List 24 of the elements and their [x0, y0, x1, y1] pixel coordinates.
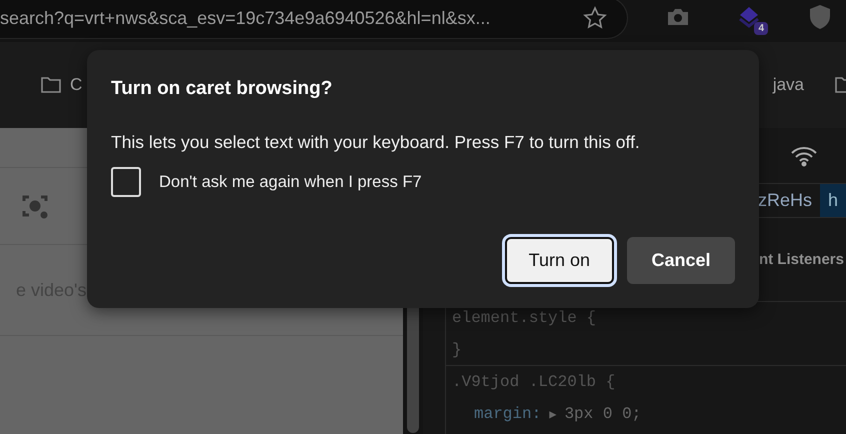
- css-value: 3px 0 0;: [564, 405, 642, 423]
- extension-icon[interactable]: [736, 5, 762, 29]
- address-bar[interactable]: search?q=vrt+nws&sca_esv=19c734e9a6940526&hl=nl&sx...: [0, 0, 628, 39]
- camera-icon[interactable]: [666, 7, 690, 27]
- breadcrumb[interactable]: h: [820, 184, 846, 217]
- checkbox[interactable]: [111, 167, 141, 197]
- wifi-icon[interactable]: [790, 144, 818, 166]
- url-text: search?q=vrt+nws&sca_esv=19c734e9a6940526&hl=nl&sx...: [0, 8, 490, 28]
- dialog-message: This lets you select text with your keyboard. Press F7 to turn this off.: [111, 132, 641, 153]
- css-selector: .V9tjod .LC20lb {: [452, 373, 616, 391]
- dialog-button[interactable]: Cancel: [627, 237, 735, 284]
- dialog-title: Turn on caret browsing?: [111, 78, 334, 100]
- notification-badge: 4: [754, 22, 768, 35]
- shield-icon[interactable]: [808, 4, 832, 30]
- checkbox-label[interactable]: Don't ask me again when I press F7: [159, 172, 422, 192]
- folder-icon: [40, 75, 62, 95]
- css-selector: element.style {: [452, 309, 596, 327]
- css-property: margin:: [474, 405, 542, 423]
- bookmark-label[interactable]: C: [70, 75, 82, 95]
- bookmark-label[interactable]: java: [772, 75, 804, 95]
- dialog-button[interactable]: Turn on: [504, 237, 614, 284]
- panel-tab[interactable]: nt Listeners: [758, 251, 844, 268]
- star-icon[interactable]: [583, 6, 607, 30]
- closing-brace: }: [452, 340, 462, 358]
